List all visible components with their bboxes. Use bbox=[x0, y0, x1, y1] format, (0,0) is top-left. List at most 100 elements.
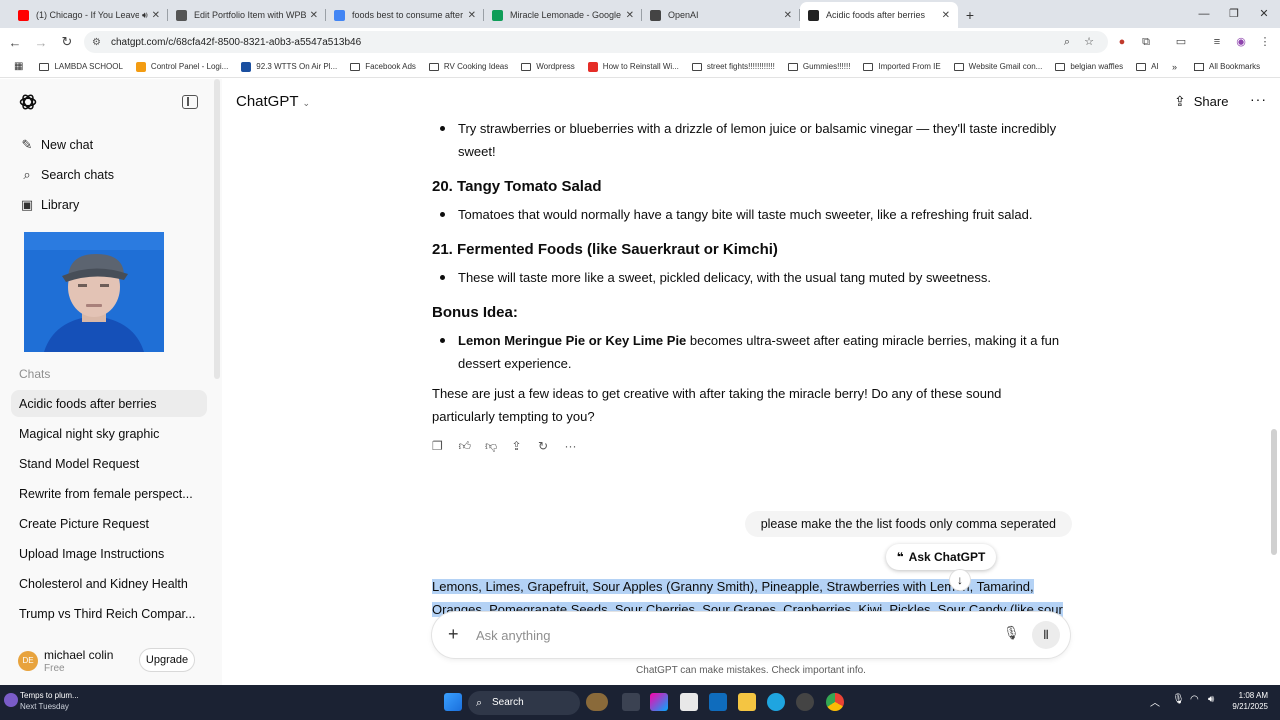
openai-logo-icon[interactable] bbox=[18, 92, 38, 112]
task-view-icon[interactable] bbox=[622, 693, 640, 711]
close-tab-icon[interactable]: ✕ bbox=[310, 10, 318, 21]
more-options-icon[interactable]: ··· bbox=[1250, 91, 1267, 107]
forward-icon[interactable]: → bbox=[30, 35, 52, 50]
outlook-icon[interactable] bbox=[709, 693, 727, 711]
close-tab-icon[interactable]: ✕ bbox=[942, 10, 950, 21]
volume-icon[interactable]: 🔊︎ bbox=[1208, 694, 1214, 705]
chrome-icon[interactable] bbox=[826, 693, 844, 711]
extension-icon[interactable]: ● bbox=[1111, 28, 1133, 56]
upgrade-button[interactable]: Upgrade bbox=[139, 648, 195, 672]
browser-tab[interactable]: Edit Portfolio Item with WPBake... ✕ bbox=[168, 2, 326, 28]
browser-menu-icon[interactable]: ⋮ bbox=[1254, 28, 1276, 56]
all-bookmarks[interactable]: All Bookmarks bbox=[1194, 62, 1260, 71]
bookmark-item[interactable]: belgian waffles bbox=[1055, 62, 1123, 71]
new-tab-icon[interactable]: + bbox=[958, 2, 982, 28]
sidebar-scrollbar[interactable] bbox=[214, 79, 220, 379]
store-icon[interactable] bbox=[680, 693, 698, 711]
audio-icon[interactable]: 🔊︎ bbox=[142, 10, 148, 21]
bookmark-item[interactable]: Control Panel - Logi... bbox=[135, 61, 228, 72]
prompt-input[interactable] bbox=[476, 623, 976, 647]
voice-mode-icon[interactable]: ⦀ bbox=[1032, 621, 1060, 649]
avatar: DE bbox=[18, 651, 38, 671]
scroll-to-bottom-button[interactable]: ↓ bbox=[949, 569, 971, 591]
profile-avatar-icon[interactable]: ◉ bbox=[1230, 28, 1252, 56]
bookmark-item[interactable]: How to Reinstall Wi... bbox=[587, 61, 679, 72]
bookmark-star-icon[interactable]: ☆ bbox=[1078, 28, 1100, 56]
plus-icon[interactable]: + bbox=[448, 624, 459, 645]
widget-icon[interactable] bbox=[586, 693, 608, 711]
new-chat-button[interactable]: ✎ New chat bbox=[19, 133, 94, 157]
bookmark-item[interactable]: 92.3 WTTS On Air Pl... bbox=[241, 61, 337, 72]
close-window-icon[interactable]: ✕ bbox=[1248, 0, 1280, 28]
browser-tab[interactable]: Acidic foods after berries ✕ bbox=[800, 2, 958, 28]
chatgpt-app-icon[interactable] bbox=[796, 693, 814, 711]
tab-search-icon[interactable]: ≡ bbox=[1206, 28, 1228, 56]
sidebar-chat-item[interactable]: Acidic foods after berries bbox=[11, 390, 207, 417]
browser-tab[interactable]: (1) Chicago - If You Leave M...🔊︎ ✕ bbox=[10, 2, 168, 28]
more-options-icon[interactable]: ··· bbox=[565, 439, 592, 457]
bookmark-item[interactable]: street fights!!!!!!!!!!!! bbox=[691, 62, 775, 71]
chevron-down-icon: ⌄ bbox=[302, 98, 311, 108]
apps-grid-icon[interactable]: ▦ bbox=[14, 61, 23, 72]
bookmark-item[interactable]: Facebook Ads bbox=[350, 62, 416, 71]
close-tab-icon[interactable]: ✕ bbox=[626, 10, 634, 21]
microphone-tray-icon[interactable]: 🎙︎ bbox=[1172, 694, 1185, 705]
bookmark-item[interactable]: AI bbox=[1136, 62, 1159, 71]
list-item: Try strawberries or blueberries with a d… bbox=[440, 117, 1070, 163]
edge-icon[interactable] bbox=[767, 693, 785, 711]
file-explorer-icon[interactable] bbox=[738, 693, 756, 711]
bookmark-item[interactable]: Imported From IE bbox=[863, 62, 941, 71]
bookmark-item[interactable]: Gummies!!!!!! bbox=[787, 62, 850, 71]
sidebar-chat-item[interactable]: Stand Model Request bbox=[11, 450, 207, 477]
ask-chatgpt-button[interactable]: ❝ Ask ChatGPT bbox=[886, 544, 996, 570]
sidebar-chat-item[interactable]: Magical night sky graphic bbox=[11, 420, 207, 447]
cast-icon[interactable]: ▭ bbox=[1170, 28, 1192, 56]
site-info-icon[interactable]: ⚙ bbox=[92, 37, 101, 48]
model-selector[interactable]: ChatGPT ⌄ bbox=[236, 93, 310, 110]
regenerate-icon[interactable]: ↻ bbox=[538, 439, 565, 457]
list-item: Tomatoes that would normally have a tang… bbox=[440, 203, 1070, 226]
sidebar-chat-item[interactable]: Cholesterol and Kidney Health bbox=[11, 570, 207, 597]
reload-icon[interactable]: ↻ bbox=[56, 34, 78, 50]
bookmark-item[interactable]: Website Gmail con... bbox=[953, 62, 1042, 71]
sidebar-toggle-icon[interactable] bbox=[182, 95, 198, 109]
thumbs-up-icon[interactable]: 👍︎ bbox=[459, 439, 486, 457]
zoom-icon[interactable]: ⌕ bbox=[1056, 28, 1078, 56]
bookmark-item[interactable]: Wordpress bbox=[521, 62, 575, 71]
taskbar-search[interactable]: Search bbox=[468, 691, 580, 715]
back-icon[interactable]: ← bbox=[4, 35, 26, 50]
weather-widget[interactable]: Temps to plum... Next Tuesday bbox=[20, 690, 79, 712]
share-button[interactable]: ⇪ Share bbox=[1174, 93, 1228, 110]
library-button[interactable]: ▣ Library bbox=[19, 193, 79, 217]
browser-tab[interactable]: foods best to consume after mi... ✕ bbox=[326, 2, 484, 28]
copy-icon[interactable]: ❐ bbox=[432, 439, 459, 457]
thumbs-down-icon[interactable]: 👎︎ bbox=[485, 439, 512, 457]
bookmarks-overflow-icon[interactable]: » bbox=[1172, 62, 1177, 72]
sidebar-chat-item[interactable]: Trump vs Third Reich Compar... bbox=[11, 600, 207, 627]
search-chats-button[interactable]: ⌕ Search chats bbox=[19, 163, 114, 187]
bookmark-item[interactable]: LAMBDA SCHOOL bbox=[39, 62, 123, 71]
maximize-icon[interactable]: ❐ bbox=[1218, 0, 1250, 28]
close-tab-icon[interactable]: ✕ bbox=[468, 10, 476, 21]
address-bar[interactable]: ⚙ chatgpt.com/c/68cfa42f-8500-8321-a0b3-… bbox=[84, 31, 1108, 53]
copilot-icon[interactable] bbox=[650, 693, 668, 711]
minimize-icon[interactable]: — bbox=[1188, 0, 1220, 28]
chat-scrollbar[interactable] bbox=[1271, 429, 1277, 555]
user-account-row[interactable]: DE michael colin Free Upgrade bbox=[0, 641, 220, 681]
taskbar-clock[interactable]: 1:08 AM 9/21/2025 bbox=[1222, 690, 1268, 712]
wifi-icon[interactable]: ◠ bbox=[1190, 694, 1199, 705]
close-tab-icon[interactable]: ✕ bbox=[784, 10, 792, 21]
bookmark-item[interactable]: RV Cooking Ideas bbox=[428, 62, 508, 71]
browser-tab[interactable]: OpenAI ✕ bbox=[642, 2, 800, 28]
share-icon[interactable]: ⇪ bbox=[512, 439, 539, 457]
microphone-icon[interactable]: 🎙︎ bbox=[1003, 625, 1020, 641]
close-tab-icon[interactable]: ✕ bbox=[152, 10, 160, 21]
sidebar-chat-item[interactable]: Create Picture Request bbox=[11, 510, 207, 537]
start-icon[interactable] bbox=[444, 693, 462, 711]
weather-icon[interactable] bbox=[4, 693, 18, 707]
sidebar-chat-item[interactable]: Rewrite from female perspect... bbox=[11, 480, 207, 507]
tray-overflow-icon[interactable]: ︿ bbox=[1150, 694, 1160, 709]
sidebar-chat-item[interactable]: Upload Image Instructions bbox=[11, 540, 207, 567]
browser-tab[interactable]: Miracle Lemonade - Google Dri... ✕ bbox=[484, 2, 642, 28]
extensions-puzzle-icon[interactable]: ⧉ bbox=[1135, 28, 1157, 56]
